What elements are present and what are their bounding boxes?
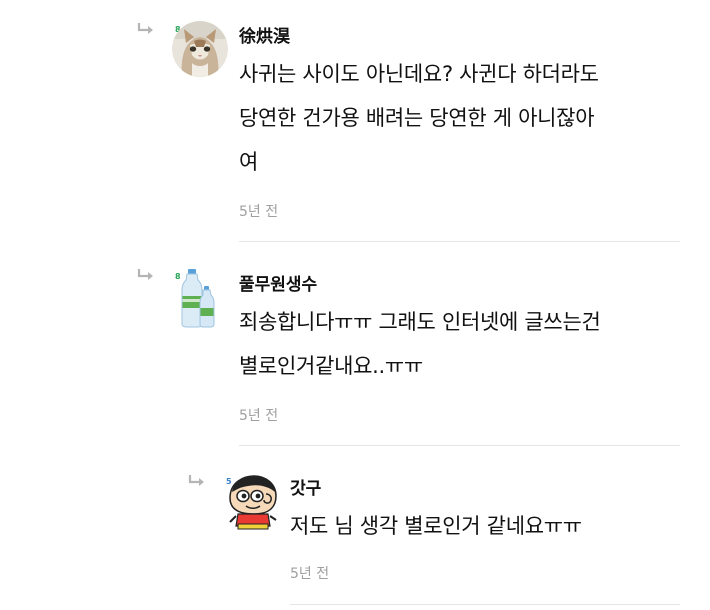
comment-timestamp: 5년 전 — [239, 204, 279, 220]
comment-item: 8 풀무원생수 죄송합니다ㅠㅠ 그래도 인터넷에 글쓰는건 별로인거같내요..ㅠ… — [0, 242, 710, 446]
comment-author-name[interactable]: 徐烘淏 — [239, 22, 290, 47]
reply-arrow-icon — [137, 269, 153, 280]
user-avatar[interactable] — [180, 268, 216, 328]
comment-item: 5 갓구 저도 님 생각 별로인거 같네요ㅠㅠ 5년 전 — [0, 446, 710, 610]
comment-text: 죄송합니다ㅠㅠ 그래도 인터넷에 글쓰는건 별로인거같내요..ㅠㅠ — [239, 310, 601, 378]
cat-avatar-icon — [172, 21, 228, 77]
comment-text: 저도 님 생각 별로인거 같네요ㅠㅠ — [290, 514, 582, 538]
reply-arrow-icon — [137, 23, 153, 34]
user-avatar[interactable] — [172, 21, 228, 77]
comment-text: 사귀는 사이도 아닌데요? 사귄다 하더라도 당연한 건가용 배려는 당연한 게… — [239, 62, 599, 174]
reply-arrow-icon — [188, 475, 204, 486]
comment-item: 8 徐烘淏 사귀는 사이도 아닌데요? 사귄다 하더라도 당연한 건가용 배려는… — [0, 0, 710, 242]
cartoon-boy-avatar-icon — [229, 475, 277, 530]
comment-timestamp: 5년 전 — [290, 566, 330, 582]
water-bottle-avatar-icon — [181, 269, 215, 328]
comment-timestamp: 5년 전 — [239, 408, 279, 424]
user-avatar[interactable] — [224, 472, 282, 530]
comment-author-name[interactable]: 풀무원생수 — [239, 270, 317, 295]
comment-divider — [290, 604, 680, 605]
comment-author-name[interactable]: 갓구 — [290, 474, 321, 499]
